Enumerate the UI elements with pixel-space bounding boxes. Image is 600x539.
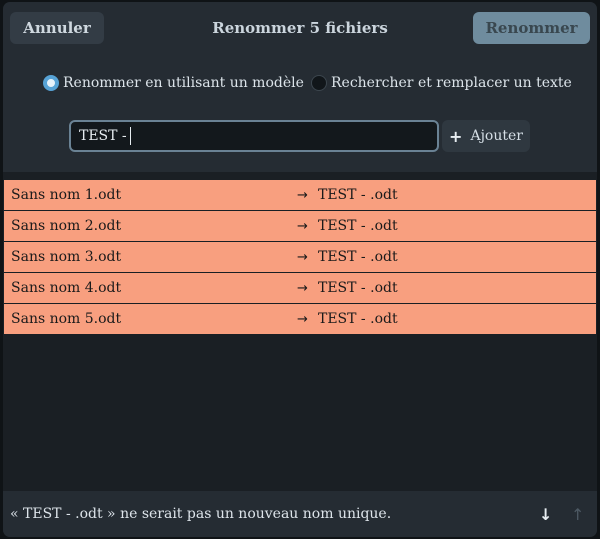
new-filename: TEST - .odt: [318, 311, 398, 327]
template-input-value: TEST -: [79, 128, 127, 144]
text-caret: [129, 127, 131, 145]
template-input[interactable]: TEST -: [69, 120, 439, 152]
new-filename: TEST - .odt: [318, 249, 398, 265]
list-item[interactable]: Sans nom 5.odt → TEST - .odt: [4, 304, 596, 335]
arrow-right-icon: →: [297, 188, 308, 203]
radio-use-template[interactable]: Renommer en utilisant un modèle: [43, 72, 304, 94]
arrow-right-icon: →: [297, 250, 308, 265]
old-filename: Sans nom 4.odt: [11, 280, 122, 296]
list-item[interactable]: Sans nom 3.odt → TEST - .odt: [4, 242, 596, 273]
header-bar: Annuler Renommer 5 fichiers Renommer: [3, 2, 597, 54]
old-filename: Sans nom 3.odt: [11, 249, 122, 265]
radio-selected-icon: [43, 75, 59, 91]
radio-label: Renommer en utilisant un modèle: [63, 75, 304, 91]
new-filename: TEST - .odt: [318, 218, 398, 234]
arrow-right-icon: →: [297, 281, 308, 296]
plus-icon: +: [449, 126, 463, 146]
radio-unselected-icon: [311, 75, 327, 91]
rename-dialog: Annuler Renommer 5 fichiers Renommer Ren…: [3, 2, 597, 537]
old-filename: Sans nom 2.odt: [11, 218, 122, 234]
add-button[interactable]: + Ajouter: [442, 120, 530, 152]
arrow-up-icon[interactable]: ↑: [571, 505, 584, 524]
radio-label: Rechercher et remplacer un texte: [331, 75, 572, 91]
arrow-right-icon: →: [297, 312, 308, 327]
list-item[interactable]: Sans nom 1.odt → TEST - .odt: [4, 180, 596, 211]
conflict-message: « TEST - .odt » ne serait pas un nouveau…: [10, 506, 392, 522]
old-filename: Sans nom 5.odt: [11, 311, 122, 327]
add-button-label: Ajouter: [470, 128, 523, 144]
arrow-right-icon: →: [297, 219, 308, 234]
arrow-down-icon[interactable]: ↓: [539, 505, 552, 524]
status-bar: « TEST - .odt » ne serait pas un nouveau…: [3, 491, 597, 537]
file-list: Sans nom 1.odt → TEST - .odt Sans nom 2.…: [4, 180, 596, 335]
new-filename: TEST - .odt: [318, 280, 398, 296]
dialog-title: Renommer 5 fichiers: [212, 19, 388, 37]
new-filename: TEST - .odt: [318, 187, 398, 203]
cancel-button[interactable]: Annuler: [10, 12, 104, 44]
rename-button[interactable]: Renommer: [473, 12, 590, 44]
old-filename: Sans nom 1.odt: [11, 187, 122, 203]
list-item[interactable]: Sans nom 4.odt → TEST - .odt: [4, 273, 596, 304]
list-item[interactable]: Sans nom 2.odt → TEST - .odt: [4, 211, 596, 242]
radio-find-replace[interactable]: Rechercher et remplacer un texte: [311, 72, 572, 94]
